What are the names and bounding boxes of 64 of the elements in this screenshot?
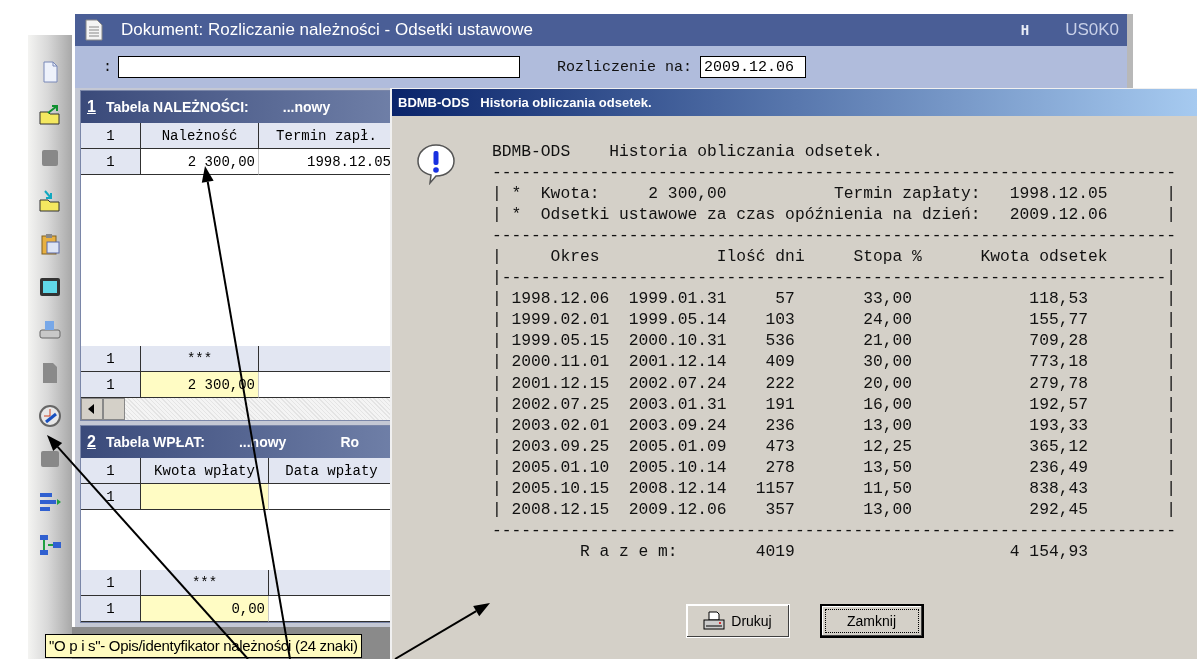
table-number: 1 [87, 98, 96, 116]
report-line: ---------------------------------------------------------------------- [492, 225, 1176, 247]
report-line: | 2008.12.15 2009.12.06 357 13,00 292,45 | [492, 498, 1176, 520]
report-line: | 2005.01.10 2005.10.14 278 13,50 236,49 | [492, 456, 1176, 478]
table-title: Tabela NALEŻNOŚCI: [105, 99, 249, 115]
column-header: *** [141, 346, 259, 372]
column-header: 1 [81, 123, 141, 149]
monitor-icon[interactable] [38, 275, 62, 299]
report-line: BDMB-ODS Historia obliczania odsetek. [492, 141, 884, 163]
report-line: | 2001.12.15 2002.07.24 222 20,00 279,78 | [492, 372, 1176, 394]
print-button[interactable]: Drukuj [685, 603, 790, 638]
report-line: | 2003.09.25 2005.01.09 473 12,25 365,12 | [492, 435, 1176, 457]
column-header: 1 [81, 346, 141, 372]
report-line: | 2002.07.25 2003.01.31 191 16,00 192,57 | [492, 393, 1176, 415]
dialog-title: BDMB-ODS Historia obliczania odsetek. [392, 89, 1197, 116]
report-line: | 2003.02.01 2003.09.24 236 13,00 193,33 | [492, 414, 1176, 436]
column-header: 1 [81, 458, 141, 484]
clipboard-icon[interactable] [38, 232, 62, 256]
folder-icon[interactable] [38, 189, 62, 213]
column-header: Należność [141, 123, 259, 149]
column-header: 1 [81, 596, 141, 622]
status-letter: H [1020, 22, 1030, 38]
column-header: 1 [81, 484, 141, 510]
report-line: ---------------------------------------------------------------------- [492, 519, 1176, 541]
report-line: | Okres Ilość dni Stopa % Kwota odsetek | [492, 246, 1176, 268]
table-number: 2 [87, 433, 96, 451]
report-line: | * Kwota: 2 300,00 Termin zapłaty: 1998.12.05 | [492, 183, 1176, 205]
description-field[interactable] [118, 56, 520, 78]
folder-icon[interactable] [38, 103, 62, 127]
report-line: | * Odsetki ustawowe za czas opóźnienia na dzień: 2009.12.06 | [492, 204, 1176, 226]
column-header: Kwota wpłaty [141, 458, 269, 484]
document-icon [85, 19, 103, 41]
report-line: | 2000.11.01 2001.12.14 409 30,00 773,18 | [492, 351, 1176, 373]
table-status: ...nowy [282, 99, 331, 115]
report-line: R a z e m: 4019 4 154,93 [578, 540, 1089, 562]
report-line: | 1999.05.15 2000.10.31 536 21,00 709,28 | [492, 330, 1176, 352]
table-title: Ro [340, 434, 360, 450]
printer-icon [703, 610, 726, 631]
clock-icon[interactable] [38, 404, 62, 428]
field-label: : [103, 58, 113, 76]
report-line: | 1998.12.06 1999.01.31 57 33,00 118,53 | [492, 288, 1176, 310]
close-button[interactable]: Zamknij [819, 603, 924, 638]
bars-icon[interactable] [38, 490, 62, 514]
column-header: 1 [81, 570, 141, 596]
column-header: 1 [81, 149, 141, 175]
field-label: Rozliczenie na: [557, 58, 693, 76]
window-code: US0K0 [1065, 20, 1119, 40]
info-bubble-icon [416, 143, 456, 185]
column-header: *** [141, 570, 269, 596]
report-line: |--------------------------------------------------------------------| [492, 267, 1176, 289]
report-line: ---------------------------------------------------------------------- [492, 162, 1176, 184]
column-header: 1 [81, 372, 141, 398]
arrow-left-icon [88, 404, 96, 414]
printer-icon[interactable] [38, 318, 62, 342]
table-cell: 0,00 [141, 596, 269, 622]
report-line: | 1999.02.01 1999.05.14 103 24,00 155,77 | [492, 309, 1176, 331]
scroll-thumb[interactable] [103, 398, 125, 420]
scroll-left-button[interactable] [81, 398, 103, 420]
table-cell: 2 300,00 [141, 149, 259, 175]
window-title: Dokument: Rozliczanie należności - Odsetki ustawowe [121, 20, 534, 40]
tree-icon[interactable] [38, 533, 62, 557]
report-line: | 2005.10.15 2008.12.14 1157 11,50 838,43 | [492, 477, 1176, 499]
table-title: Tabela WPŁAT: [105, 434, 205, 450]
date-field[interactable]: 2009.12.06 [700, 56, 807, 78]
